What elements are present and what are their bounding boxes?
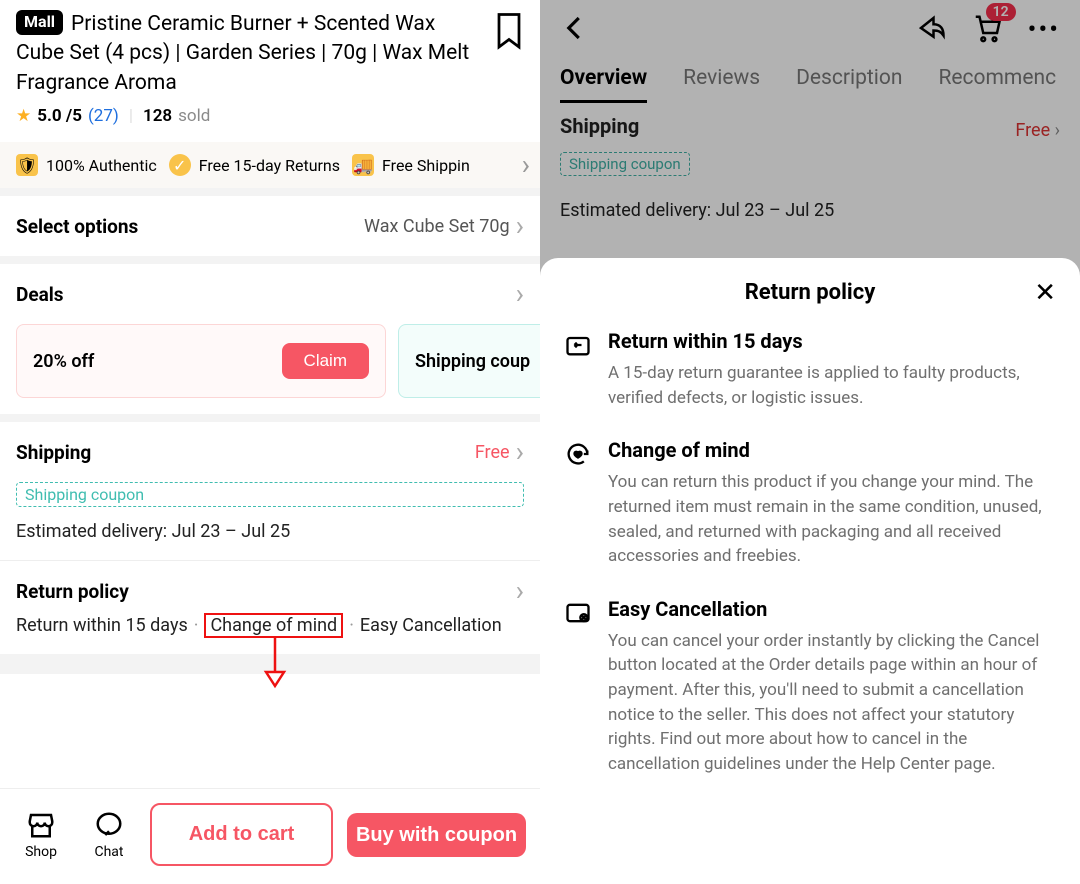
rating-row[interactable]: ★ 5.0 /5 (27) | 128 sold — [16, 106, 524, 126]
deal-card-shipping[interactable]: Shipping coup — [398, 324, 540, 398]
dot-separator: · — [349, 615, 354, 636]
return-policy-sheet-pane: 12 ••• Overview Reviews Description Reco… — [540, 0, 1080, 884]
mall-badge: Mall — [16, 10, 63, 35]
badge-free-shipping: 🚚 Free Shippin — [352, 154, 470, 176]
shipping-coupon-chip[interactable]: Shipping coupon — [16, 482, 524, 507]
policy-item-change-of-mind: Change of mind You can return this produ… — [564, 438, 1056, 569]
bookmark-icon[interactable] — [494, 12, 524, 50]
return-item-15days: Return within 15 days — [16, 615, 188, 636]
product-detail-pane: MallPristine Ceramic Burner + Scented Wa… — [0, 0, 540, 884]
chevron-right-icon: › — [522, 151, 530, 179]
close-icon[interactable]: ✕ — [1034, 280, 1056, 306]
policy-title: Change of mind — [608, 438, 1056, 462]
sheet-title: Return policy — [745, 280, 876, 305]
divider — [0, 414, 540, 422]
badge-shipping-label: Free Shippin — [382, 156, 470, 175]
estimated-delivery: Estimated delivery: Jul 23 – Jul 25 — [0, 517, 540, 560]
deal-discount-label: 20% off — [33, 351, 94, 372]
refresh-heart-icon — [564, 440, 592, 468]
check-icon: ✓ — [169, 154, 191, 176]
badge-returns: ✓ Free 15-day Returns — [169, 154, 340, 176]
deal-shipping-label: Shipping coup — [415, 351, 530, 372]
deal-card-discount[interactable]: 20% off Claim — [16, 324, 386, 398]
divider — [0, 256, 540, 264]
chevron-right-icon: › — [516, 212, 524, 240]
truck-icon: 🚚 — [352, 154, 374, 176]
return-item-change-of-mind: Change of mind — [204, 613, 343, 638]
buy-with-coupon-button[interactable]: Buy with coupon — [347, 813, 526, 857]
separator: | — [129, 106, 133, 126]
policy-title: Return within 15 days — [608, 329, 1056, 353]
return-policy-row[interactable]: Return policy › — [0, 561, 540, 613]
rating-count[interactable]: (27) — [88, 106, 119, 126]
claim-button[interactable]: Claim — [282, 343, 369, 379]
badge-authentic-label: 100% Authentic — [46, 156, 157, 175]
deals-label: Deals — [16, 283, 64, 306]
shipping-free-value: Free › — [475, 438, 524, 466]
star-icon: ★ — [16, 106, 31, 126]
chat-button[interactable]: Chat — [82, 810, 136, 860]
chevron-right-icon: › — [516, 438, 524, 466]
policy-body: You can cancel your order instantly by c… — [608, 629, 1056, 777]
policy-body: You can return this product if you chang… — [608, 470, 1056, 569]
return-item-easy-cancel: Easy Cancellation — [360, 615, 502, 636]
shop-label: Shop — [25, 844, 57, 860]
badge-returns-label: Free 15-day Returns — [199, 156, 340, 175]
return-policy-label: Return policy — [16, 580, 129, 603]
badge-authentic: 🛡 100% Authentic — [16, 154, 157, 176]
rating-score: 5.0 /5 — [37, 106, 82, 126]
shield-icon: 🛡 — [16, 154, 38, 176]
shop-button[interactable]: Shop — [14, 810, 68, 860]
divider — [0, 654, 540, 674]
shipping-label: Shipping — [16, 441, 91, 464]
return-policy-items: Return within 15 days · Change of mind ·… — [0, 613, 540, 654]
policy-item-easy-cancel: Easy Cancellation You can cancel your or… — [564, 597, 1056, 777]
add-to-cart-button[interactable]: Add to cart — [150, 803, 333, 866]
chat-label: Chat — [94, 844, 123, 860]
return-policy-sheet: Return policy ✕ Return within 15 days A … — [540, 258, 1080, 884]
guarantee-badges-row[interactable]: 🛡 100% Authentic ✓ Free 15-day Returns 🚚… — [0, 142, 540, 188]
deals-cards: 20% off Claim Shipping coup — [0, 324, 540, 414]
chevron-right-icon: › — [516, 577, 524, 605]
select-options-row[interactable]: Select options Wax Cube Set 70g › — [0, 196, 540, 256]
deals-row[interactable]: Deals › — [0, 264, 540, 324]
product-header: MallPristine Ceramic Burner + Scented Wa… — [0, 0, 540, 132]
sold-count: 128 — [143, 106, 172, 126]
select-options-label: Select options — [16, 215, 138, 238]
product-title-text: Pristine Ceramic Burner + Scented Wax Cu… — [16, 12, 469, 95]
dot-separator: · — [194, 615, 199, 636]
product-title: MallPristine Ceramic Burner + Scented Wa… — [16, 10, 482, 98]
policy-body: A 15-day return guarantee is applied to … — [608, 361, 1056, 410]
box-return-icon — [564, 331, 592, 359]
divider — [0, 188, 540, 196]
policy-title: Easy Cancellation — [608, 597, 1056, 621]
chevron-right-icon: › — [516, 280, 524, 308]
bottom-action-bar: Shop Chat Add to cart Buy with coupon — [0, 788, 540, 884]
cancel-card-icon — [564, 599, 592, 627]
select-options-value: Wax Cube Set 70g › — [364, 212, 524, 240]
shipping-row[interactable]: Shipping Free › — [0, 422, 540, 482]
sold-label: sold — [178, 106, 210, 126]
policy-item-return-15: Return within 15 days A 15-day return gu… — [564, 329, 1056, 410]
